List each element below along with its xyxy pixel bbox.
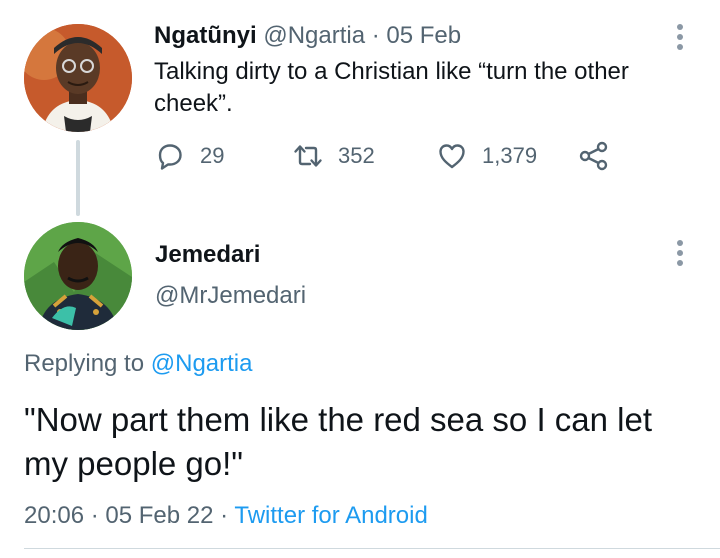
more-options-icon[interactable] [676,24,684,54]
tweet2-source[interactable]: Twitter for Android [234,502,427,529]
like-count: 1,379 [482,143,538,168]
tweet1-author-name[interactable]: Ngatũnyi [154,22,257,49]
thread-connector-line [76,140,80,216]
reply-icon [158,144,182,170]
tweet2-time[interactable]: 20:06 [24,502,84,529]
tweet2-meta: 20:06 · 05 Feb 22 · Twitter for Android [24,502,428,530]
retweet-icon [294,145,322,167]
tweet2-separator-2: · [213,502,235,529]
divider [24,548,720,549]
reply-count: 29 [200,143,225,168]
replying-to-label: Replying to [24,350,151,377]
retweet-count: 352 [338,143,375,168]
tweet2-author-name[interactable]: Jemedari [155,241,260,269]
retweet-button[interactable]: 352 [292,140,375,172]
tweet1-separator: · [365,22,387,49]
tweet2-text: "Now part them like the red sea so I can… [24,401,653,482]
tweet2-separator-1: · [84,502,106,529]
avatar-jemedari[interactable] [24,222,132,330]
tweet2-date[interactable]: 05 Feb 22 [105,502,213,529]
tweet2-author-handle[interactable]: @MrJemedari [155,282,306,310]
more-options-icon[interactable] [676,240,684,270]
tweet1-author-handle[interactable]: @Ngartia [263,22,365,49]
replying-to-link[interactable]: @Ngartia [151,350,253,377]
replying-to: Replying to @Ngartia [24,350,252,378]
reply-button[interactable]: 29 [154,140,224,172]
tweet1-header: Ngatũnyi @Ngartia · 05 Feb [154,22,461,50]
tweet1-text: Talking dirty to a Christian like “turn … [154,58,629,117]
tweet1-date[interactable]: 05 Feb [386,22,461,49]
heart-icon [439,144,465,169]
share-button[interactable] [578,140,610,172]
avatar-ngatunyi[interactable] [24,24,132,132]
share-icon [579,141,608,171]
like-button[interactable]: 1,379 [436,140,537,172]
